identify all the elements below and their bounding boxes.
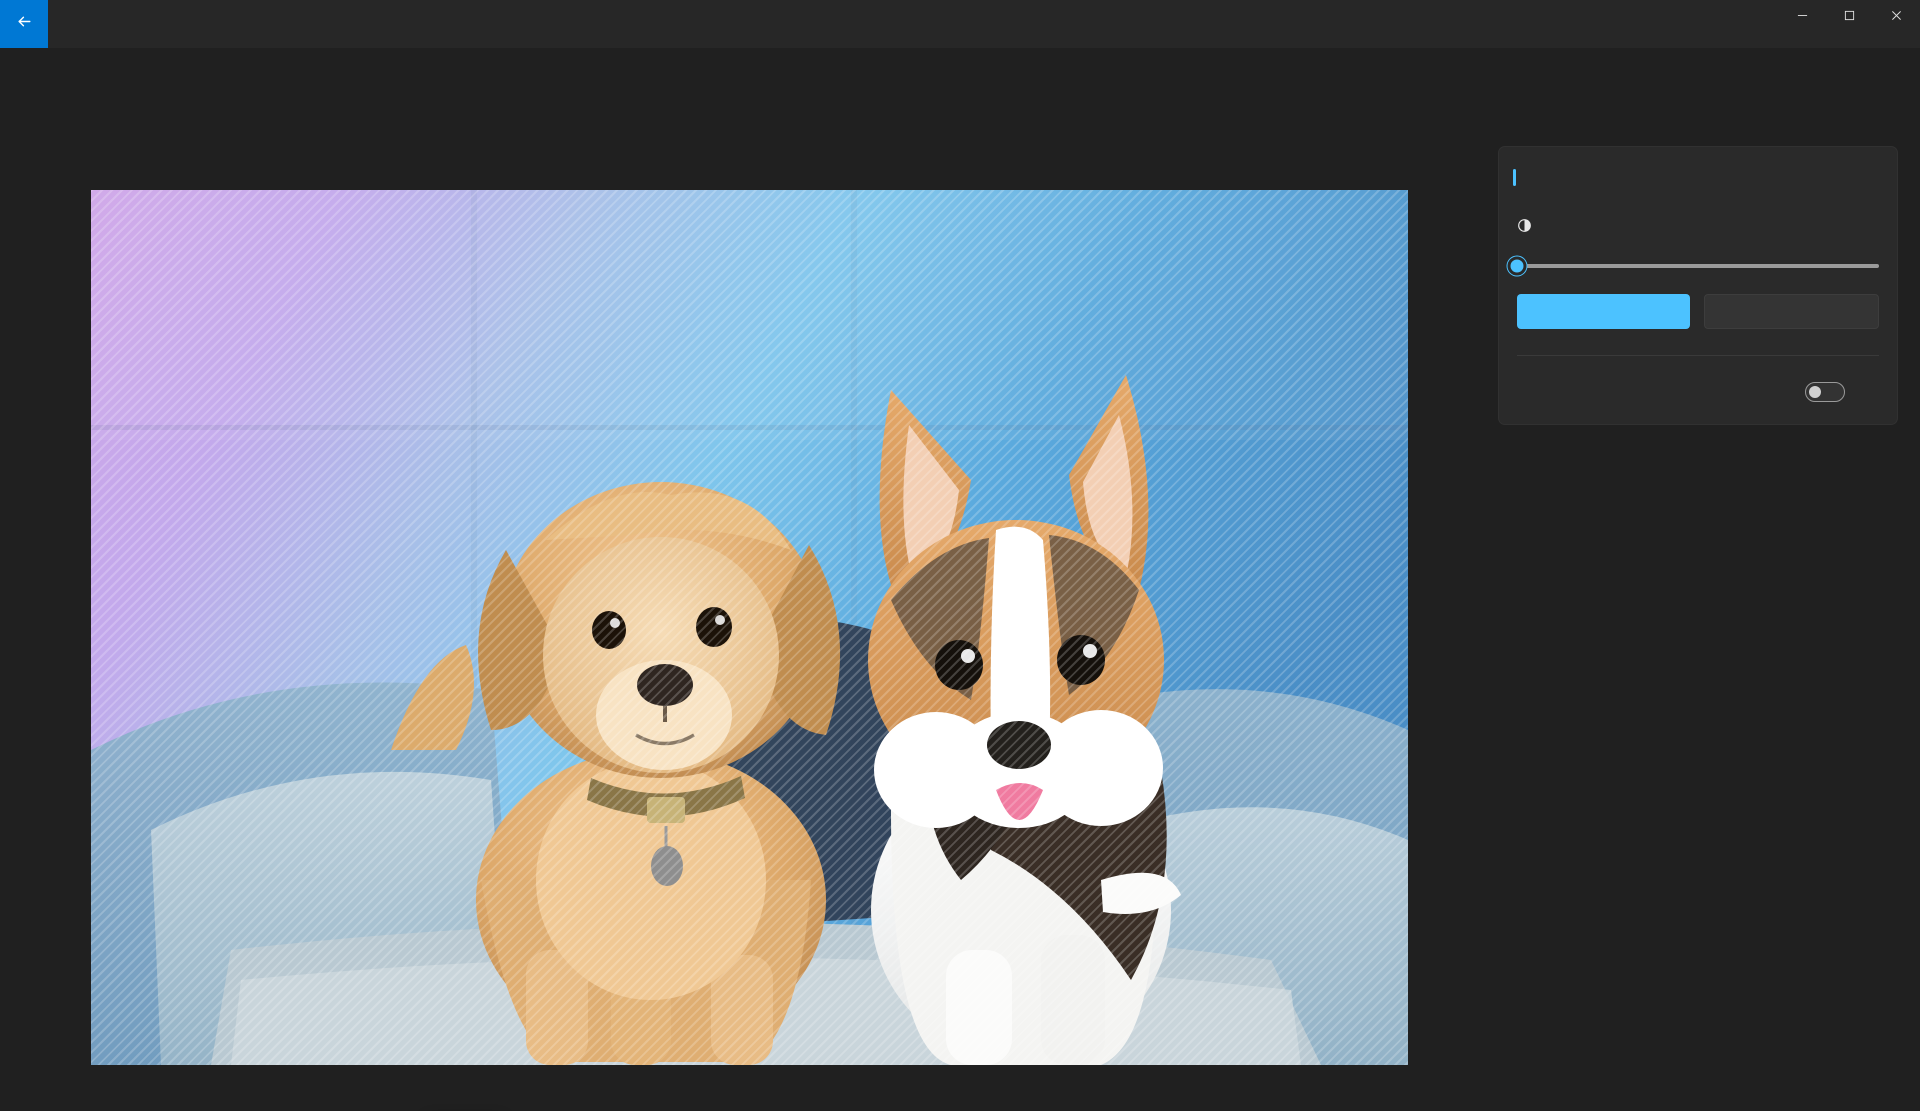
minimize-button[interactable] — [1779, 0, 1826, 34]
title-bar — [0, 0, 1920, 48]
photo-canvas[interactable] — [91, 190, 1408, 1065]
blur-intensity-icon — [1517, 218, 1532, 238]
arrow-left-icon — [16, 13, 33, 35]
selection-brush-row — [1499, 356, 1897, 402]
photos-editor-window — [0, 0, 1920, 1111]
selection-brush-toggle[interactable] — [1805, 382, 1845, 402]
panel-header — [1499, 147, 1897, 194]
blur-intensity-slider-wrap — [1499, 238, 1897, 276]
caption-buttons — [1779, 0, 1920, 48]
close-icon — [1891, 8, 1902, 26]
window-title — [48, 0, 73, 48]
maximize-button[interactable] — [1826, 0, 1873, 34]
maximize-icon — [1844, 8, 1855, 26]
photo-image — [91, 190, 1408, 1065]
apply-button[interactable] — [1517, 294, 1690, 329]
panel-accent-bar — [1513, 169, 1516, 186]
panel-cancel-button[interactable] — [1704, 294, 1879, 329]
right-side-panel — [1478, 120, 1920, 1111]
slider-thumb[interactable] — [1507, 256, 1527, 276]
blur-intensity-row — [1499, 194, 1897, 238]
editor-toolbar — [0, 48, 1920, 171]
background-blur-panel — [1498, 146, 1898, 425]
back-button[interactable] — [0, 0, 48, 48]
close-button[interactable] — [1873, 0, 1920, 34]
blur-intensity-slider[interactable] — [1507, 256, 1879, 276]
canvas-area — [0, 120, 1478, 1111]
panel-action-buttons — [1499, 272, 1897, 329]
minimize-icon — [1797, 8, 1808, 26]
toggle-knob — [1809, 386, 1821, 398]
